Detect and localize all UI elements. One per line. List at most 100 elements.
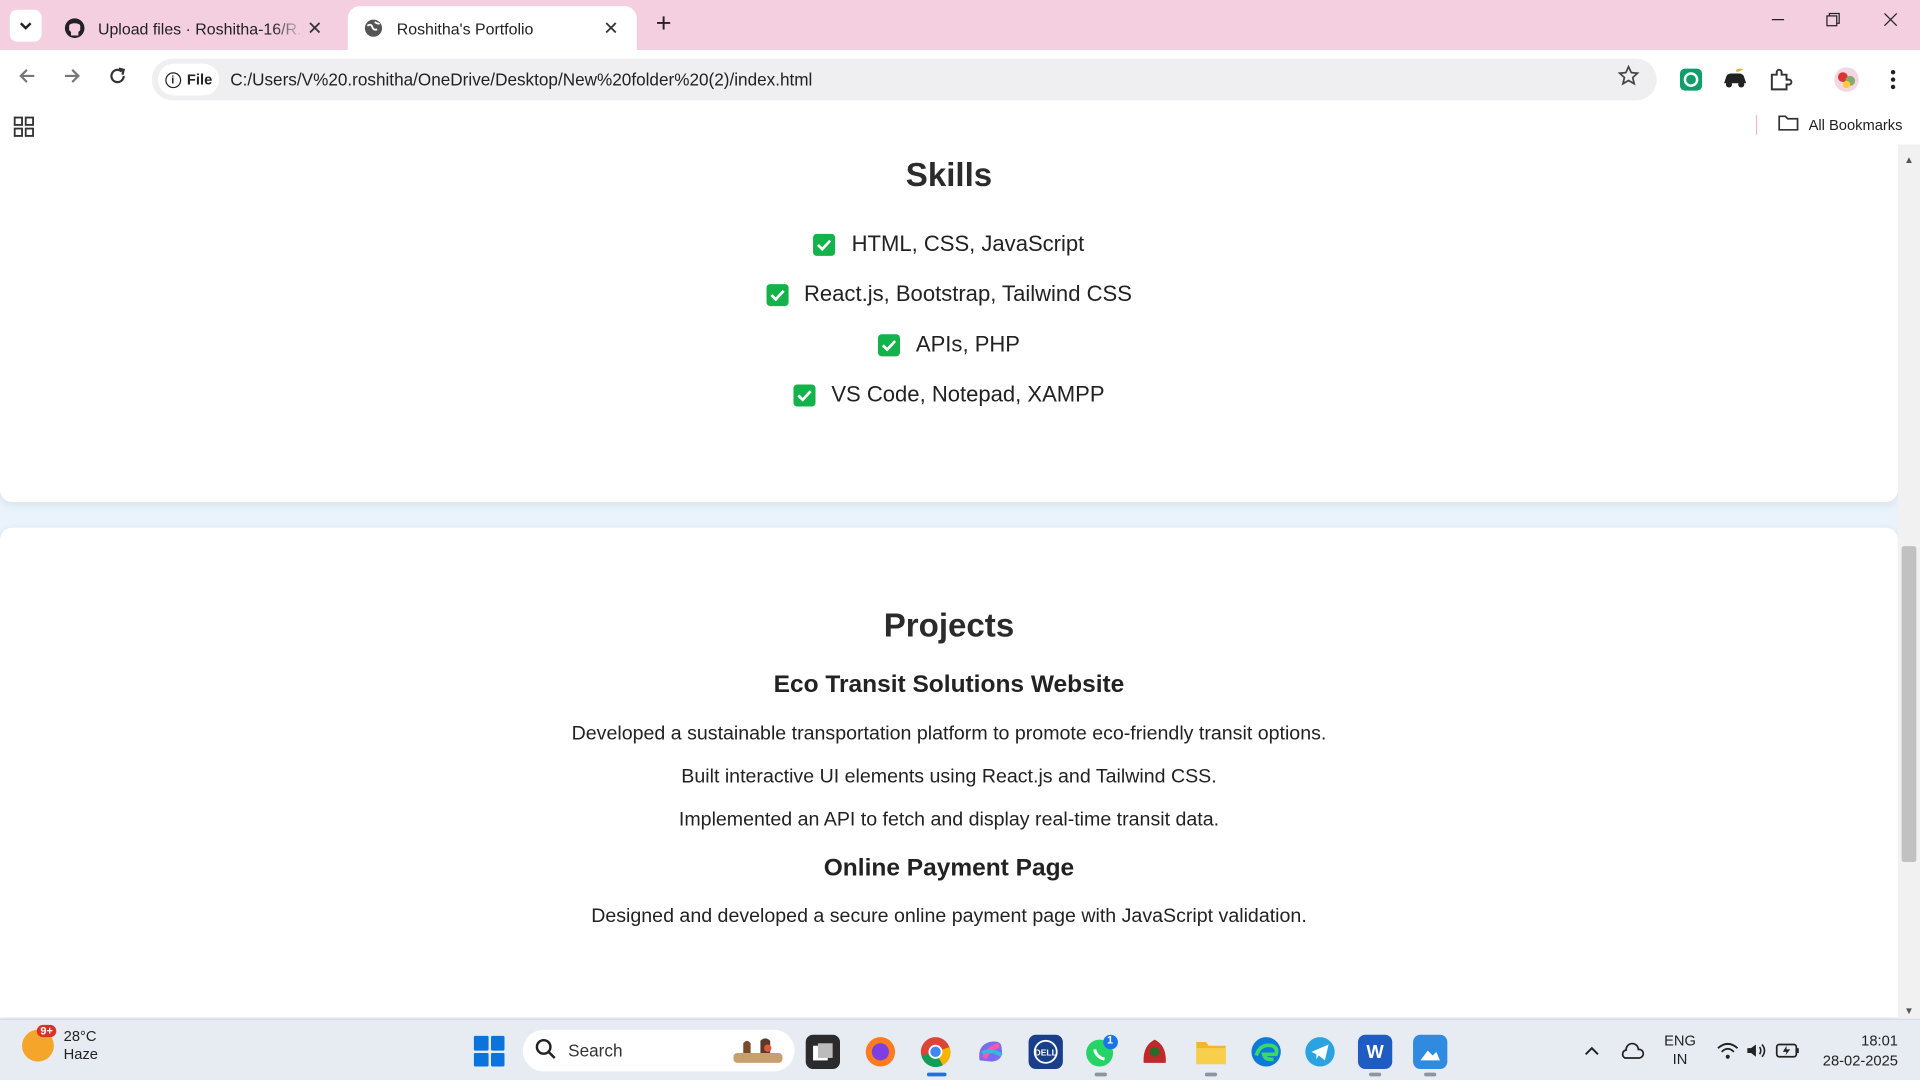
photos-app-icon[interactable] bbox=[1413, 1034, 1448, 1077]
telegram-icon[interactable] bbox=[1303, 1035, 1337, 1069]
project-description: Implemented an API to fetch and display … bbox=[678, 809, 1220, 831]
extension-car-icon[interactable] bbox=[1720, 65, 1749, 94]
url-text[interactable]: C:/Users/V%20.roshitha/OneDrive/Desktop/… bbox=[230, 59, 812, 101]
bookmarks-divider bbox=[1755, 115, 1758, 135]
search-highlight-icon bbox=[733, 1038, 783, 1063]
more-menu-icon[interactable] bbox=[1878, 65, 1907, 94]
skill-label: VS Code, Notepad, XAMPP bbox=[831, 382, 1105, 407]
system-clock[interactable]: 18:01 28-02-2025 bbox=[1817, 1031, 1898, 1070]
word-icon[interactable]: W bbox=[1357, 1034, 1393, 1077]
project-description: Designed and developed a secure online p… bbox=[591, 906, 1307, 927]
region-code: IN bbox=[1672, 1050, 1688, 1068]
search-placeholder: Search bbox=[568, 1040, 623, 1061]
tray-overflow-button[interactable] bbox=[1583, 1020, 1600, 1080]
back-button[interactable] bbox=[11, 64, 43, 96]
reload-icon bbox=[110, 67, 126, 84]
task-view-icon[interactable] bbox=[805, 1034, 841, 1069]
project-title: Online Payment Page bbox=[823, 854, 1075, 882]
all-bookmarks-label: All Bookmarks bbox=[1808, 115, 1903, 133]
arrow-right-icon bbox=[64, 69, 80, 83]
chevron-up-icon bbox=[1585, 1046, 1599, 1055]
skill-label: APIs, PHP bbox=[915, 331, 1021, 357]
weather-widget[interactable]: 9+ 28°C Haze bbox=[22, 1024, 98, 1064]
checkbox-checked-icon bbox=[766, 283, 789, 306]
svg-text:DELL: DELL bbox=[1035, 1048, 1057, 1058]
tab-title: Upload files · Roshitha-16/R.portfolio bbox=[97, 18, 304, 38]
bookmark-star-icon[interactable] bbox=[1617, 64, 1640, 93]
active-app-indicator bbox=[926, 1072, 947, 1077]
browser-toolbar: i File C:/Users/V%20.roshitha/OneDrive/D… bbox=[0, 50, 1920, 108]
arrow-left-icon bbox=[19, 69, 35, 83]
app-running-indicator bbox=[1204, 1072, 1218, 1077]
whatsapp-icon[interactable]: 1 bbox=[1084, 1033, 1118, 1077]
app-running-indicator bbox=[1424, 1072, 1437, 1077]
folder-icon bbox=[1778, 114, 1799, 135]
minimize-icon bbox=[1771, 18, 1785, 21]
game-app-icon[interactable] bbox=[1138, 1035, 1172, 1069]
skill-item: VS Code, Notepad, XAMPP bbox=[0, 382, 1898, 408]
skill-item: APIs, PHP bbox=[0, 332, 1898, 358]
page-scrollbar[interactable]: ▲ ▼ bbox=[1897, 144, 1920, 1019]
tab-search-button[interactable] bbox=[9, 9, 42, 42]
language-indicator[interactable]: ENG IN bbox=[1664, 1020, 1696, 1080]
site-info-label: File bbox=[186, 71, 213, 89]
weather-condition: Haze bbox=[63, 1045, 98, 1063]
clock-date: 28-02-2025 bbox=[1822, 1051, 1898, 1069]
firefox-icon[interactable] bbox=[863, 1035, 897, 1069]
app-running-indicator bbox=[1368, 1072, 1382, 1077]
file-explorer-icon[interactable] bbox=[1194, 1035, 1228, 1077]
site-info-chip[interactable]: i File bbox=[157, 63, 220, 96]
onedrive-cloud-icon[interactable] bbox=[1620, 1020, 1645, 1080]
all-bookmarks-button[interactable]: All Bookmarks bbox=[1778, 114, 1903, 135]
skill-item: HTML, CSS, JavaScript bbox=[0, 231, 1898, 257]
tab-strip: Upload files · Roshitha-16/R.portfolio ✕… bbox=[0, 0, 1920, 51]
weather-temperature: 28°C bbox=[63, 1027, 97, 1045]
address-bar[interactable]: i File C:/Users/V%20.roshitha/OneDrive/D… bbox=[151, 58, 1657, 101]
skill-label: React.js, Bootstrap, Tailwind CSS bbox=[803, 281, 1132, 307]
search-icon bbox=[535, 1038, 556, 1062]
bookmarks-bar: All Bookmarks bbox=[0, 107, 1920, 145]
page-viewport: Skills HTML, CSS, JavaScript React.js, B… bbox=[0, 144, 1920, 1019]
skills-heading: Skills bbox=[905, 156, 993, 194]
profile-avatar-icon[interactable] bbox=[1832, 65, 1861, 94]
restore-button[interactable] bbox=[1817, 11, 1849, 38]
edge-icon[interactable] bbox=[1249, 1035, 1283, 1069]
windows-start-button[interactable] bbox=[473, 1035, 505, 1067]
extensions-puzzle-icon[interactable] bbox=[1766, 65, 1795, 94]
new-tab-button[interactable]: + bbox=[649, 9, 678, 39]
info-icon: i bbox=[164, 71, 181, 88]
close-icon[interactable]: ✕ bbox=[304, 17, 326, 39]
dell-icon[interactable]: DELL bbox=[1028, 1034, 1063, 1069]
forward-button[interactable] bbox=[56, 64, 88, 96]
scrollbar-thumb[interactable] bbox=[1901, 546, 1917, 863]
checkbox-checked-icon bbox=[793, 383, 816, 406]
github-icon bbox=[64, 17, 86, 39]
wifi-icon[interactable] bbox=[1717, 1020, 1739, 1080]
copilot-icon[interactable] bbox=[973, 1035, 1007, 1069]
reload-button[interactable] bbox=[102, 64, 134, 96]
projects-heading: Projects bbox=[883, 607, 1015, 645]
tab-portfolio[interactable]: Roshitha's Portfolio ✕ bbox=[347, 6, 637, 51]
language-code: ENG bbox=[1664, 1032, 1696, 1050]
scroll-up-arrow-icon[interactable]: ▲ bbox=[1904, 154, 1914, 165]
battery-icon[interactable] bbox=[1775, 1020, 1800, 1080]
whatsapp-badge: 1 bbox=[1106, 1033, 1114, 1046]
clock-time: 18:01 bbox=[1861, 1032, 1898, 1050]
notification-badge: 9+ bbox=[36, 1024, 57, 1038]
project-title: Eco Transit Solutions Website bbox=[773, 671, 1125, 698]
skills-section: Skills HTML, CSS, JavaScript React.js, B… bbox=[0, 144, 1898, 503]
apps-grid-icon[interactable] bbox=[13, 116, 34, 143]
tab-upload-files[interactable]: Upload files · Roshitha-16/R.portfolio ✕ bbox=[49, 6, 340, 50]
close-icon[interactable]: ✕ bbox=[600, 17, 622, 39]
weather-sun-icon: 9+ bbox=[22, 1024, 57, 1062]
scroll-down-arrow-icon[interactable]: ▼ bbox=[1904, 1005, 1914, 1016]
project-description: Developed a sustainable transportation p… bbox=[571, 723, 1327, 745]
close-window-button[interactable] bbox=[1875, 11, 1907, 38]
volume-icon[interactable] bbox=[1746, 1020, 1768, 1080]
checkbox-checked-icon bbox=[877, 333, 900, 356]
restore-icon bbox=[1826, 12, 1840, 27]
chrome-icon[interactable] bbox=[918, 1035, 952, 1077]
extension-green-icon[interactable] bbox=[1676, 65, 1705, 94]
taskbar-search[interactable]: Search bbox=[522, 1029, 795, 1072]
minimize-button[interactable] bbox=[1762, 11, 1794, 38]
